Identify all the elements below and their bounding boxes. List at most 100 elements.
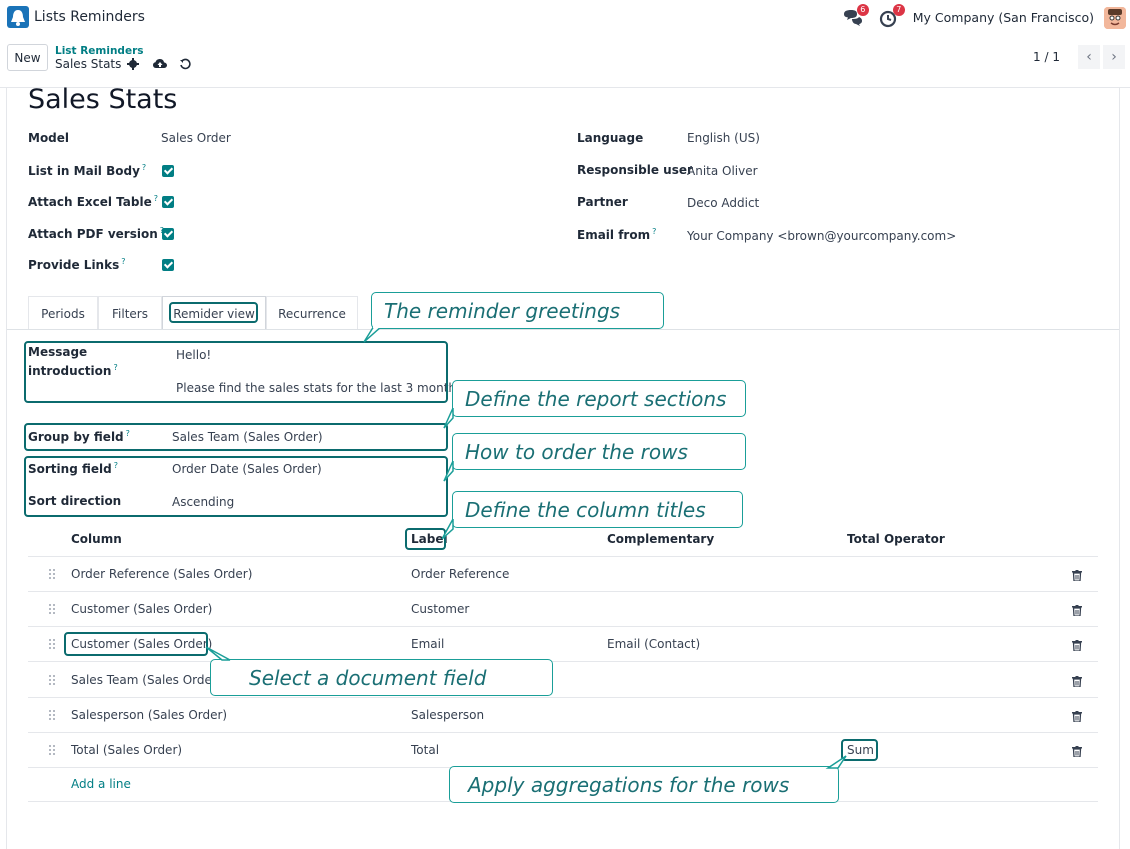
row-complementary-cell[interactable]: Email (Contact) — [607, 637, 700, 651]
pager-value[interactable]: 1 / 1 — [1033, 50, 1060, 64]
callout-tail — [205, 646, 231, 661]
tab-recurrence[interactable]: Recurrence — [266, 296, 358, 330]
row-separator — [28, 697, 1098, 698]
help-tooltip-icon[interactable]: ? — [142, 163, 146, 172]
row-separator — [28, 732, 1098, 733]
systray: 6 7 My Company (San Francisco) — [841, 0, 1130, 35]
partner-label: Partner — [577, 195, 628, 209]
row-column-cell[interactable]: Total (Sales Order) — [71, 743, 182, 757]
column-header-complementary[interactable]: Complementary — [607, 532, 714, 546]
highlight-group-by — [24, 423, 448, 451]
list-in-mail-body-label: List in Mail Body? — [28, 163, 146, 178]
help-tooltip-icon[interactable]: ? — [154, 194, 158, 203]
callout-aggregations: Apply aggregations for the rows — [449, 766, 839, 803]
attach-excel-table-label: Attach Excel Table? — [28, 194, 158, 209]
callout-reminder-greetings-text: The reminder greetings — [384, 298, 621, 323]
new-button[interactable]: New — [7, 44, 48, 71]
provide-links-checkbox[interactable] — [162, 259, 174, 271]
app-bell-icon[interactable] — [7, 6, 29, 28]
list-in-mail-body-checkbox[interactable] — [162, 165, 174, 177]
trash-icon[interactable] — [1072, 746, 1082, 757]
help-tooltip-icon[interactable]: ? — [121, 257, 125, 266]
sheet-border-left — [6, 88, 7, 849]
messages-systray[interactable]: 6 — [841, 3, 869, 30]
messages-badge: 6 — [856, 3, 869, 16]
callout-tail — [443, 461, 454, 482]
row-label-cell[interactable]: Email — [411, 637, 444, 651]
row-column-cell[interactable]: Customer (Sales Order) — [71, 602, 212, 616]
callout-aggregations-text: Apply aggregations for the rows — [468, 772, 790, 797]
trash-icon[interactable] — [1072, 605, 1082, 616]
row-column-cell[interactable]: Order Reference (Sales Order) — [71, 567, 252, 581]
drag-handle-icon[interactable] — [49, 604, 55, 614]
row-label-cell[interactable]: Total — [411, 743, 439, 757]
drag-handle-icon[interactable] — [49, 710, 55, 720]
responsible-user-value[interactable]: Anita Oliver — [687, 164, 758, 178]
company-switcher[interactable]: My Company (San Francisco) — [913, 10, 1094, 25]
row-label-cell[interactable]: Salesperson — [411, 708, 484, 722]
activities-systray[interactable]: 7 — [877, 3, 905, 30]
app-name[interactable]: Lists Reminders — [34, 9, 145, 25]
cloud-upload-icon[interactable] — [153, 58, 168, 70]
record-title[interactable]: Sales Stats — [28, 84, 177, 115]
tab-filters[interactable]: Filters — [98, 296, 162, 330]
email-from-label: Email from? — [577, 227, 656, 242]
column-header-total-operator[interactable]: Total Operator — [847, 532, 945, 546]
highlight-reminder-tab — [169, 302, 258, 323]
row-separator — [28, 591, 1098, 592]
callout-report-sections: Define the report sections — [452, 380, 746, 417]
partner-value[interactable]: Deco Addict — [687, 196, 759, 210]
activities-badge: 7 — [892, 3, 905, 16]
callout-reminder-greetings: The reminder greetings — [371, 292, 664, 329]
callout-tail — [363, 326, 384, 343]
help-tooltip-icon[interactable]: ? — [652, 227, 656, 236]
drag-handle-icon[interactable] — [49, 675, 55, 685]
callout-tail — [825, 755, 847, 769]
callout-report-sections-text: Define the report sections — [465, 386, 727, 411]
drag-handle-icon[interactable] — [49, 745, 55, 755]
pager-next-button[interactable]: › — [1103, 45, 1125, 69]
callout-column-titles-text: Define the column titles — [465, 497, 706, 522]
top-navbar: Lists Reminders 6 7 My Company (San Fran… — [0, 0, 1130, 35]
attach-pdf-version-label: Attach PDF version? — [28, 226, 164, 241]
tabs-baseline — [7, 329, 1119, 330]
attach-excel-table-checkbox[interactable] — [162, 196, 174, 208]
add-line-link[interactable]: Add a line — [71, 777, 131, 791]
row-column-cell[interactable]: Salesperson (Sales Order) — [71, 708, 227, 722]
pager-previous-button[interactable]: ‹ — [1078, 45, 1100, 69]
row-label-cell[interactable]: Order Reference — [411, 567, 509, 581]
trash-icon[interactable] — [1072, 676, 1082, 687]
attach-pdf-version-checkbox[interactable] — [162, 228, 174, 240]
highlight-sorting — [24, 456, 448, 517]
model-value[interactable]: Sales Order — [161, 131, 231, 145]
highlight-document-field — [64, 632, 208, 656]
attach-excel-table-text: Attach Excel Table — [28, 195, 152, 209]
tab-periods[interactable]: Periods — [28, 296, 98, 330]
provide-links-label: Provide Links? — [28, 257, 125, 272]
drag-handle-icon[interactable] — [49, 639, 55, 649]
list-in-mail-body-text: List in Mail Body — [28, 164, 140, 178]
callout-column-titles: Define the column titles — [452, 491, 743, 528]
breadcrumb-current: Sales Stats — [55, 57, 192, 71]
drag-handle-icon[interactable] — [49, 569, 55, 579]
model-label: Model — [28, 131, 70, 145]
language-label: Language — [577, 131, 644, 145]
column-header-column[interactable]: Column — [71, 532, 122, 546]
trash-icon[interactable] — [1072, 711, 1082, 722]
callout-document-field-text: Select a document field — [249, 665, 487, 690]
sheet-border-right — [1119, 88, 1120, 849]
language-value[interactable]: English (US) — [687, 131, 760, 145]
trash-icon[interactable] — [1072, 570, 1082, 581]
callout-tail — [443, 408, 454, 429]
row-column-cell[interactable]: Sales Team (Sales Order) — [71, 673, 222, 687]
row-label-cell[interactable]: Customer — [411, 602, 469, 616]
row-separator — [28, 626, 1098, 627]
user-avatar[interactable] — [1104, 6, 1126, 29]
discard-undo-icon[interactable] — [179, 58, 192, 70]
email-from-value[interactable]: Your Company <brown@yourcompany.com> — [687, 229, 956, 243]
row-separator — [28, 661, 1098, 662]
callout-order-rows-text: How to order the rows — [465, 439, 688, 464]
gear-icon[interactable] — [127, 58, 140, 70]
trash-icon[interactable] — [1072, 640, 1082, 651]
breadcrumb-parent[interactable]: List Reminders — [55, 45, 144, 57]
